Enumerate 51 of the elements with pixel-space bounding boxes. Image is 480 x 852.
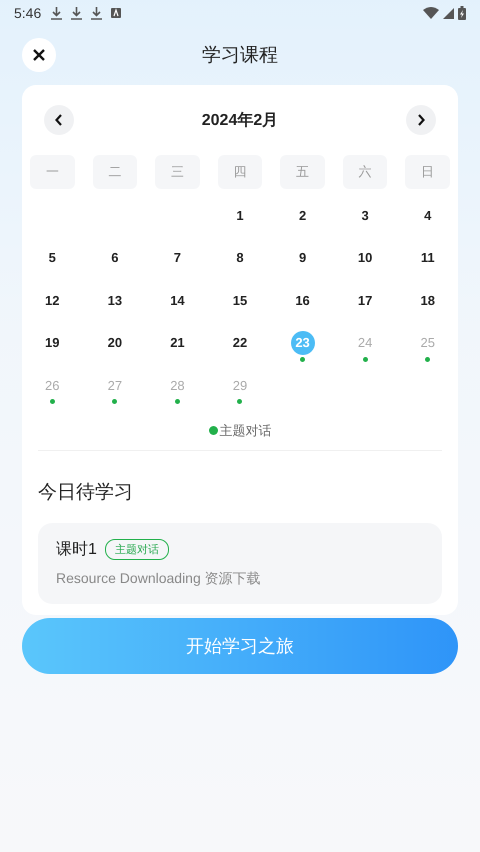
weekday-label: 一 xyxy=(30,155,75,189)
download-icon xyxy=(71,6,82,20)
weekday-label: 二 xyxy=(92,155,138,189)
previous-month-button[interactable] xyxy=(44,105,74,135)
next-month-button[interactable] xyxy=(406,105,436,135)
wifi-icon xyxy=(423,7,439,19)
weekday-label: 日 xyxy=(405,155,450,189)
lesson-tag: 主题对话 xyxy=(104,538,169,560)
calendar-day[interactable]: 19 xyxy=(40,330,64,354)
section-heading: 今日待学习 xyxy=(38,480,134,504)
calendar-day[interactable]: 5 xyxy=(40,246,64,270)
calendar-day[interactable]: 21 xyxy=(165,330,190,354)
battery-icon xyxy=(458,6,466,20)
calendar-day[interactable]: 4 xyxy=(416,203,440,227)
weekday-label: 五 xyxy=(280,155,325,189)
close-button[interactable] xyxy=(22,38,56,72)
calendar-day[interactable]: 3 xyxy=(353,203,378,227)
weekday-label: 六 xyxy=(342,155,388,189)
calendar-day[interactable]: 10 xyxy=(353,246,378,270)
lesson-subtitle: Resource Downloading 资源下载 xyxy=(56,570,262,588)
calendar-day[interactable]: 6 xyxy=(102,246,127,270)
download-icon xyxy=(51,6,62,20)
chevron-right-icon xyxy=(417,114,425,126)
close-icon xyxy=(33,49,45,61)
calendar-day[interactable]: 18 xyxy=(416,288,440,312)
calendar-day[interactable]: 14 xyxy=(165,288,190,312)
chevron-left-icon xyxy=(55,114,63,126)
lesson-card[interactable]: 课时1 主题对话 Resource Downloading 资源下载 xyxy=(38,522,442,604)
calendar-day[interactable]: 8 xyxy=(228,246,252,270)
calendar-day[interactable]: 7 xyxy=(165,246,190,270)
calendar-day[interactable]: 15 xyxy=(228,288,252,312)
app-notification-icon xyxy=(111,8,122,18)
calendar-day[interactable]: 12 xyxy=(40,288,64,312)
calendar-day[interactable]: 1 xyxy=(228,203,252,227)
calendar-day[interactable]: 13 xyxy=(102,288,127,312)
lesson-title: 课时1 xyxy=(56,540,97,560)
weekday-label: 三 xyxy=(155,155,200,189)
calendar-day[interactable]: 22 xyxy=(228,330,252,354)
signal-icon xyxy=(443,8,454,18)
calendar-day[interactable]: 11 xyxy=(416,246,440,270)
month-title: 2024年2月 xyxy=(202,110,278,130)
calendar-day[interactable]: 2 xyxy=(290,203,315,227)
page-title: 学习课程 xyxy=(202,44,278,68)
calendar-day[interactable]: 9 xyxy=(290,246,315,270)
clock-time: 5:46 xyxy=(14,5,42,21)
calendar-day[interactable]: 16 xyxy=(290,288,315,312)
calendar-day[interactable]: 17 xyxy=(353,288,378,312)
legend-label: 主题对话 xyxy=(220,422,272,440)
download-icon xyxy=(91,6,102,20)
weekday-label: 四 xyxy=(218,155,262,189)
calendar-day[interactable]: 20 xyxy=(102,330,127,354)
